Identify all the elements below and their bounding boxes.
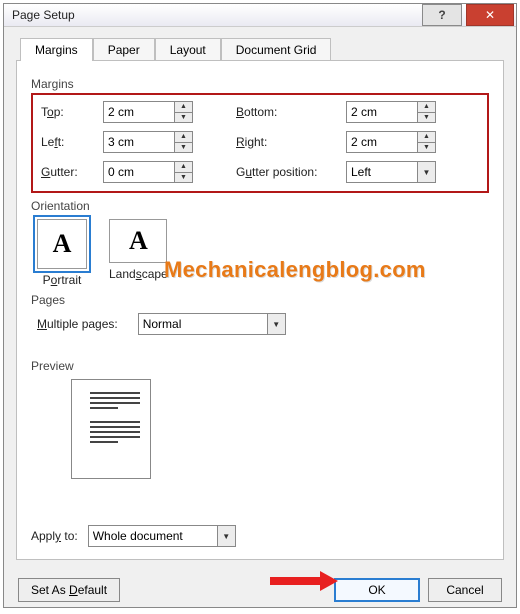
gutter-spinner[interactable]: ▲▼ [103, 161, 198, 183]
left-spinner[interactable]: ▲▼ [103, 131, 198, 153]
annotation-arrow [270, 571, 338, 591]
orientation-group: A Portrait A Landscape [37, 219, 489, 287]
right-label: Right: [236, 135, 346, 149]
right-up[interactable]: ▲ [418, 132, 435, 143]
gutter-up[interactable]: ▲ [175, 162, 192, 173]
pages-group: Multiple pages: ▼ [37, 313, 489, 335]
bottom-down[interactable]: ▼ [418, 113, 435, 123]
left-down[interactable]: ▼ [175, 143, 192, 153]
help-button[interactable]: ? [422, 4, 462, 26]
chevron-down-icon[interactable]: ▼ [418, 161, 436, 183]
apply-to-input[interactable] [88, 525, 218, 547]
gutter-position-input[interactable] [346, 161, 418, 183]
right-input[interactable] [346, 131, 418, 153]
multiple-pages-dropdown[interactable]: ▼ [138, 313, 286, 335]
apply-to-dropdown[interactable]: ▼ [88, 525, 236, 547]
right-spinner[interactable]: ▲▼ [346, 131, 441, 153]
tab-margins[interactable]: Margins [20, 38, 93, 61]
group-margins-label: Margins [31, 77, 489, 91]
group-pages-label: Pages [31, 293, 489, 307]
group-orientation-label: Orientation [31, 199, 489, 213]
top-spinner[interactable]: ▲▼ [103, 101, 198, 123]
margins-group: Top: ▲▼ Bottom: ▲▼ Left: ▲▼ Right: [31, 93, 489, 193]
gutter-down[interactable]: ▼ [175, 173, 192, 183]
tab-paper[interactable]: Paper [93, 38, 155, 61]
top-input[interactable] [103, 101, 175, 123]
gutter-label: Gutter: [41, 165, 103, 179]
cancel-button[interactable]: Cancel [428, 578, 502, 602]
bottom-input[interactable] [346, 101, 418, 123]
landscape-label: Landscape [109, 267, 168, 281]
close-button[interactable]: ✕ [466, 4, 514, 26]
bottom-up[interactable]: ▲ [418, 102, 435, 113]
right-down[interactable]: ▼ [418, 143, 435, 153]
titlebar: Page Setup ? ✕ [4, 4, 516, 27]
orientation-landscape[interactable]: A Landscape [109, 219, 168, 287]
help-icon: ? [438, 8, 445, 22]
top-up[interactable]: ▲ [175, 102, 192, 113]
ok-button[interactable]: OK [334, 578, 420, 602]
multiple-pages-input[interactable] [138, 313, 268, 335]
preview-thumbnail [71, 379, 151, 479]
tab-layout[interactable]: Layout [155, 38, 221, 61]
chevron-down-icon[interactable]: ▼ [218, 525, 236, 547]
chevron-down-icon[interactable]: ▼ [268, 313, 286, 335]
close-icon: ✕ [485, 8, 495, 22]
bottom-spinner[interactable]: ▲▼ [346, 101, 441, 123]
landscape-thumb: A [109, 219, 167, 263]
dialog-title: Page Setup [12, 8, 420, 22]
tab-document-grid[interactable]: Document Grid [221, 38, 332, 61]
top-label: Top: [41, 105, 103, 119]
gutter-position-label: Gutter position: [236, 165, 346, 179]
portrait-thumb: A [37, 219, 87, 269]
apply-to-label: Apply to: [31, 529, 78, 543]
set-as-default-button[interactable]: Set As Default [18, 578, 120, 602]
left-input[interactable] [103, 131, 175, 153]
top-down[interactable]: ▼ [175, 113, 192, 123]
page-setup-dialog: Page Setup ? ✕ Margins Paper Layout Docu… [3, 3, 517, 608]
tab-strip: Margins Paper Layout Document Grid [20, 37, 504, 60]
gutter-position-dropdown[interactable]: ▼ [346, 161, 441, 183]
left-label: Left: [41, 135, 103, 149]
dialog-body: Margins Paper Layout Document Grid Margi… [4, 27, 516, 570]
left-up[interactable]: ▲ [175, 132, 192, 143]
portrait-label: Portrait [43, 273, 82, 287]
multiple-pages-label: Multiple pages: [37, 317, 118, 331]
gutter-input[interactable] [103, 161, 175, 183]
group-preview-label: Preview [31, 359, 489, 373]
orientation-portrait[interactable]: A Portrait [37, 219, 87, 287]
apply-to-row: Apply to: ▼ [31, 525, 236, 547]
dialog-footer: Set As Default OK Cancel [4, 570, 516, 612]
tab-panel-margins: Margins Top: ▲▼ Bottom: ▲▼ Left: ▲▼ [16, 60, 504, 560]
bottom-label: Bottom: [236, 105, 346, 119]
